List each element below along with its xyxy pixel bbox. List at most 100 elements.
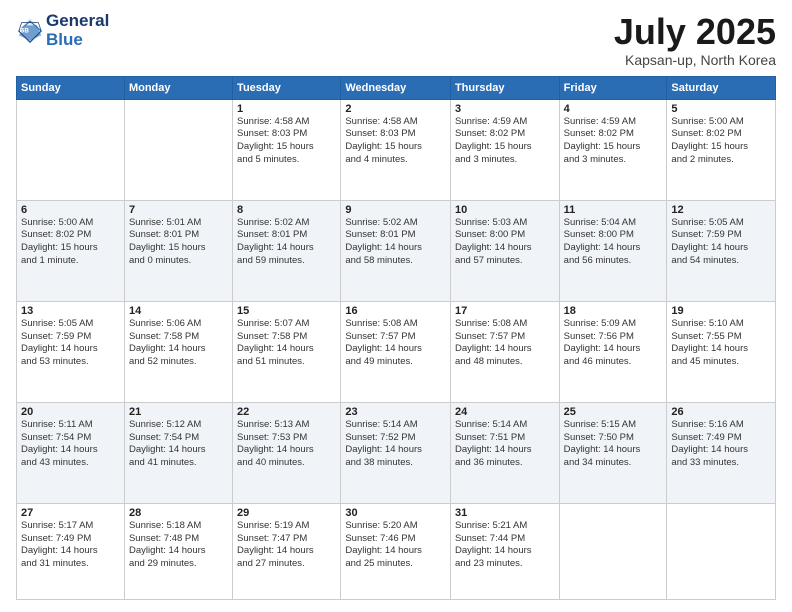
day-number: 6 <box>21 204 120 216</box>
day-info: Sunrise: 5:01 AM Sunset: 8:01 PM Dayligh… <box>129 217 228 268</box>
day-info: Sunrise: 5:07 AM Sunset: 7:58 PM Dayligh… <box>237 318 336 369</box>
day-number: 15 <box>237 305 336 317</box>
day-info: Sunrise: 5:02 AM Sunset: 8:01 PM Dayligh… <box>237 217 336 268</box>
day-info: Sunrise: 5:14 AM Sunset: 7:52 PM Dayligh… <box>345 419 446 470</box>
day-info: Sunrise: 5:11 AM Sunset: 7:54 PM Dayligh… <box>21 419 120 470</box>
calendar-cell: 12Sunrise: 5:05 AM Sunset: 7:59 PM Dayli… <box>667 200 776 301</box>
day-number: 30 <box>345 507 446 519</box>
day-number: 17 <box>455 305 555 317</box>
calendar-cell <box>17 99 125 200</box>
day-number: 8 <box>237 204 336 216</box>
day-number: 26 <box>671 406 771 418</box>
page: GB General Blue July 2025 Kapsan-up, Nor… <box>0 0 792 612</box>
calendar-cell: 26Sunrise: 5:16 AM Sunset: 7:49 PM Dayli… <box>667 402 776 503</box>
calendar-cell: 28Sunrise: 5:18 AM Sunset: 7:48 PM Dayli… <box>124 503 232 599</box>
day-info: Sunrise: 5:05 AM Sunset: 7:59 PM Dayligh… <box>671 217 771 268</box>
day-info: Sunrise: 5:16 AM Sunset: 7:49 PM Dayligh… <box>671 419 771 470</box>
day-number: 28 <box>129 507 228 519</box>
calendar-cell: 17Sunrise: 5:08 AM Sunset: 7:57 PM Dayli… <box>450 301 559 402</box>
day-number: 14 <box>129 305 228 317</box>
logo-line2: Blue <box>46 31 109 50</box>
month-title: July 2025 <box>614 12 776 52</box>
day-info: Sunrise: 5:08 AM Sunset: 7:57 PM Dayligh… <box>345 318 446 369</box>
calendar-cell: 10Sunrise: 5:03 AM Sunset: 8:00 PM Dayli… <box>450 200 559 301</box>
day-info: Sunrise: 5:17 AM Sunset: 7:49 PM Dayligh… <box>21 520 120 571</box>
calendar-cell: 27Sunrise: 5:17 AM Sunset: 7:49 PM Dayli… <box>17 503 125 599</box>
day-info: Sunrise: 4:59 AM Sunset: 8:02 PM Dayligh… <box>455 116 555 167</box>
day-info: Sunrise: 5:19 AM Sunset: 7:47 PM Dayligh… <box>237 520 336 571</box>
day-number: 12 <box>671 204 771 216</box>
logo-line1: General <box>46 12 109 31</box>
day-number: 4 <box>564 103 663 115</box>
calendar-cell: 11Sunrise: 5:04 AM Sunset: 8:00 PM Dayli… <box>559 200 667 301</box>
calendar-cell: 4Sunrise: 4:59 AM Sunset: 8:02 PM Daylig… <box>559 99 667 200</box>
calendar-cell: 15Sunrise: 5:07 AM Sunset: 7:58 PM Dayli… <box>233 301 341 402</box>
day-number: 7 <box>129 204 228 216</box>
day-number: 16 <box>345 305 446 317</box>
day-info: Sunrise: 5:00 AM Sunset: 8:02 PM Dayligh… <box>671 116 771 167</box>
logo-icon: GB <box>16 17 44 45</box>
day-info: Sunrise: 5:04 AM Sunset: 8:00 PM Dayligh… <box>564 217 663 268</box>
day-info: Sunrise: 4:58 AM Sunset: 8:03 PM Dayligh… <box>345 116 446 167</box>
calendar-cell: 16Sunrise: 5:08 AM Sunset: 7:57 PM Dayli… <box>341 301 451 402</box>
day-number: 24 <box>455 406 555 418</box>
calendar-cell: 13Sunrise: 5:05 AM Sunset: 7:59 PM Dayli… <box>17 301 125 402</box>
day-number: 23 <box>345 406 446 418</box>
day-info: Sunrise: 5:20 AM Sunset: 7:46 PM Dayligh… <box>345 520 446 571</box>
day-number: 1 <box>237 103 336 115</box>
calendar-cell: 20Sunrise: 5:11 AM Sunset: 7:54 PM Dayli… <box>17 402 125 503</box>
day-info: Sunrise: 5:13 AM Sunset: 7:53 PM Dayligh… <box>237 419 336 470</box>
logo: GB General Blue <box>16 12 109 49</box>
weekday-header: Sunday <box>17 76 125 99</box>
day-info: Sunrise: 5:09 AM Sunset: 7:56 PM Dayligh… <box>564 318 663 369</box>
location: Kapsan-up, North Korea <box>614 52 776 68</box>
calendar-cell: 24Sunrise: 5:14 AM Sunset: 7:51 PM Dayli… <box>450 402 559 503</box>
svg-text:GB: GB <box>20 27 30 34</box>
day-info: Sunrise: 5:02 AM Sunset: 8:01 PM Dayligh… <box>345 217 446 268</box>
day-number: 10 <box>455 204 555 216</box>
day-info: Sunrise: 5:10 AM Sunset: 7:55 PM Dayligh… <box>671 318 771 369</box>
day-info: Sunrise: 5:05 AM Sunset: 7:59 PM Dayligh… <box>21 318 120 369</box>
day-number: 27 <box>21 507 120 519</box>
day-number: 25 <box>564 406 663 418</box>
day-info: Sunrise: 5:15 AM Sunset: 7:50 PM Dayligh… <box>564 419 663 470</box>
calendar-cell: 7Sunrise: 5:01 AM Sunset: 8:01 PM Daylig… <box>124 200 232 301</box>
day-info: Sunrise: 5:00 AM Sunset: 8:02 PM Dayligh… <box>21 217 120 268</box>
calendar-cell <box>124 99 232 200</box>
calendar-cell <box>667 503 776 599</box>
calendar-cell: 9Sunrise: 5:02 AM Sunset: 8:01 PM Daylig… <box>341 200 451 301</box>
calendar-cell <box>559 503 667 599</box>
calendar-cell: 18Sunrise: 5:09 AM Sunset: 7:56 PM Dayli… <box>559 301 667 402</box>
day-number: 11 <box>564 204 663 216</box>
weekday-header: Saturday <box>667 76 776 99</box>
calendar-cell: 1Sunrise: 4:58 AM Sunset: 8:03 PM Daylig… <box>233 99 341 200</box>
day-info: Sunrise: 5:12 AM Sunset: 7:54 PM Dayligh… <box>129 419 228 470</box>
day-number: 2 <box>345 103 446 115</box>
day-number: 22 <box>237 406 336 418</box>
calendar-cell: 21Sunrise: 5:12 AM Sunset: 7:54 PM Dayli… <box>124 402 232 503</box>
calendar-cell: 22Sunrise: 5:13 AM Sunset: 7:53 PM Dayli… <box>233 402 341 503</box>
weekday-header: Thursday <box>450 76 559 99</box>
calendar-cell: 5Sunrise: 5:00 AM Sunset: 8:02 PM Daylig… <box>667 99 776 200</box>
calendar-cell: 6Sunrise: 5:00 AM Sunset: 8:02 PM Daylig… <box>17 200 125 301</box>
calendar-cell: 23Sunrise: 5:14 AM Sunset: 7:52 PM Dayli… <box>341 402 451 503</box>
day-number: 5 <box>671 103 771 115</box>
day-info: Sunrise: 5:06 AM Sunset: 7:58 PM Dayligh… <box>129 318 228 369</box>
calendar-cell: 29Sunrise: 5:19 AM Sunset: 7:47 PM Dayli… <box>233 503 341 599</box>
calendar-cell: 31Sunrise: 5:21 AM Sunset: 7:44 PM Dayli… <box>450 503 559 599</box>
day-number: 29 <box>237 507 336 519</box>
calendar-cell: 30Sunrise: 5:20 AM Sunset: 7:46 PM Dayli… <box>341 503 451 599</box>
day-number: 13 <box>21 305 120 317</box>
title-block: July 2025 Kapsan-up, North Korea <box>614 12 776 68</box>
weekday-header: Tuesday <box>233 76 341 99</box>
day-number: 9 <box>345 204 446 216</box>
calendar-cell: 2Sunrise: 4:58 AM Sunset: 8:03 PM Daylig… <box>341 99 451 200</box>
calendar-cell: 3Sunrise: 4:59 AM Sunset: 8:02 PM Daylig… <box>450 99 559 200</box>
weekday-header: Wednesday <box>341 76 451 99</box>
day-number: 18 <box>564 305 663 317</box>
calendar-cell: 14Sunrise: 5:06 AM Sunset: 7:58 PM Dayli… <box>124 301 232 402</box>
day-info: Sunrise: 5:14 AM Sunset: 7:51 PM Dayligh… <box>455 419 555 470</box>
calendar-cell: 25Sunrise: 5:15 AM Sunset: 7:50 PM Dayli… <box>559 402 667 503</box>
day-info: Sunrise: 5:08 AM Sunset: 7:57 PM Dayligh… <box>455 318 555 369</box>
calendar-cell: 19Sunrise: 5:10 AM Sunset: 7:55 PM Dayli… <box>667 301 776 402</box>
